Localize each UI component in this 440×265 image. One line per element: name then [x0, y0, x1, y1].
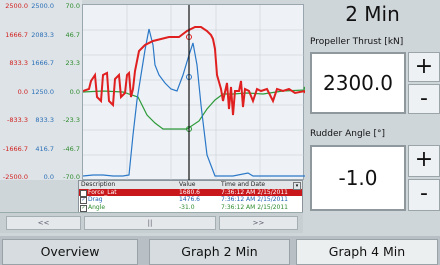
rudder-label: Rudder Angle [°]: [310, 129, 386, 139]
legend-row-time: 7:36:12 AM 2/15/2011: [221, 188, 288, 196]
blue-axis-tick: 1666.7: [31, 59, 54, 67]
y-axis-labels: 2500.0 1666.7 833.3 0.0 -833.3 -1666.7 -2500.0…: [0, 0, 82, 181]
tab-graph-2-min[interactable]: Graph 2 Min: [149, 239, 290, 265]
rudder-increase-button[interactable]: +: [408, 145, 440, 177]
legend-row-value: 1680.6: [179, 188, 200, 196]
rudder-value-field[interactable]: -1.0: [310, 145, 406, 211]
tab-overview[interactable]: Overview: [2, 239, 138, 265]
time-window-label: 2 Min: [345, 2, 400, 26]
series-legend[interactable]: Description Value Time and Date ✓ Force_…: [78, 180, 303, 213]
legend-row-force-lat[interactable]: ✓ Force_Lat 1680.6 7:36:12 AM 2/15/2011: [79, 188, 302, 197]
green-axis-tick: -70.0: [63, 173, 80, 181]
blue-axis-tick: 2500.0: [31, 2, 54, 10]
legend-header: Description Value Time and Date: [79, 181, 302, 189]
tab-graph-4-min[interactable]: Graph 4 Min: [296, 239, 438, 265]
pause-button[interactable]: ||: [84, 216, 216, 230]
red-axis-tick: 2500.0: [5, 2, 28, 10]
legend-row-time: 7:36:12 AM 2/15/2011: [221, 203, 288, 211]
green-axis-tick: 70.0: [65, 2, 80, 10]
scroll-forward-button[interactable]: >>: [219, 216, 298, 230]
green-axis-tick: 46.7: [65, 30, 80, 39]
red-axis-tick: 833.3: [9, 59, 28, 67]
legend-row-description: Angle: [88, 203, 106, 211]
green-axis-tick: -23.3: [63, 116, 80, 124]
legend-row-time: 7:36:12 AM 2/15/2011: [221, 196, 288, 203]
red-axis-tick: -833.3: [7, 116, 28, 124]
thrust-decrease-button[interactable]: -: [408, 84, 440, 114]
red-axis-tick: -2500.0: [2, 173, 28, 181]
blue-axis-tick: 416.7: [35, 144, 54, 153]
legend-row-description: Force_Lat: [88, 188, 117, 196]
blue-axis-tick: 0.0: [43, 173, 54, 181]
scroll-back-button[interactable]: <<: [6, 216, 81, 230]
legend-row-angle[interactable]: ✓ Angle -31.0 7:36:12 AM 2/15/2011: [79, 204, 302, 212]
legend-row-drag[interactable]: ✓ Drag 1476.6 7:36:12 AM 2/15/2011: [79, 196, 302, 204]
green-axis-tick: 0.0: [69, 87, 80, 96]
red-axis-tick: -1666.7: [2, 144, 28, 153]
red-axis-tick: 0.0: [17, 87, 28, 96]
thrust-value-field[interactable]: 2300.0: [310, 52, 406, 114]
legend-row-description: Drag: [88, 196, 103, 203]
blue-axis-tick: 1250.0: [31, 87, 54, 96]
red-axis-tick: 1666.7: [5, 30, 28, 39]
graph-svg: [83, 5, 305, 181]
legend-scroll-arrow-icon[interactable]: ▾: [293, 182, 301, 190]
green-axis-tick: -46.7: [63, 144, 80, 153]
time-scrollbar[interactable]: << || >>: [0, 212, 303, 233]
view-tabs: Overview Graph 2 Min Graph 4 Min: [0, 236, 440, 265]
rudder-decrease-button[interactable]: -: [408, 179, 440, 211]
legend-row-value: -31.0: [179, 203, 195, 211]
blue-axis-tick: 2083.3: [31, 30, 54, 39]
thrust-label: Propeller Thrust [kN]: [310, 37, 404, 47]
drag-series-line: [83, 28, 305, 177]
graph-plot-area[interactable]: [82, 4, 305, 181]
force-series-line: [83, 26, 305, 116]
thrust-increase-button[interactable]: +: [408, 52, 440, 82]
control-panel: 2 Min Propeller Thrust [kN] 2300.0 + - R…: [305, 0, 440, 235]
legend-header-value: Value: [179, 181, 196, 188]
legend-header-time: Time and Date: [221, 181, 266, 188]
legend-row-value: 1476.6: [179, 196, 200, 203]
green-axis-tick: 23.3: [65, 59, 80, 67]
checkbox-icon[interactable]: ✓: [80, 204, 87, 212]
legend-header-description: Description: [81, 181, 116, 188]
blue-axis-tick: 833.3: [35, 116, 54, 124]
angle-series-line: [83, 89, 305, 130]
